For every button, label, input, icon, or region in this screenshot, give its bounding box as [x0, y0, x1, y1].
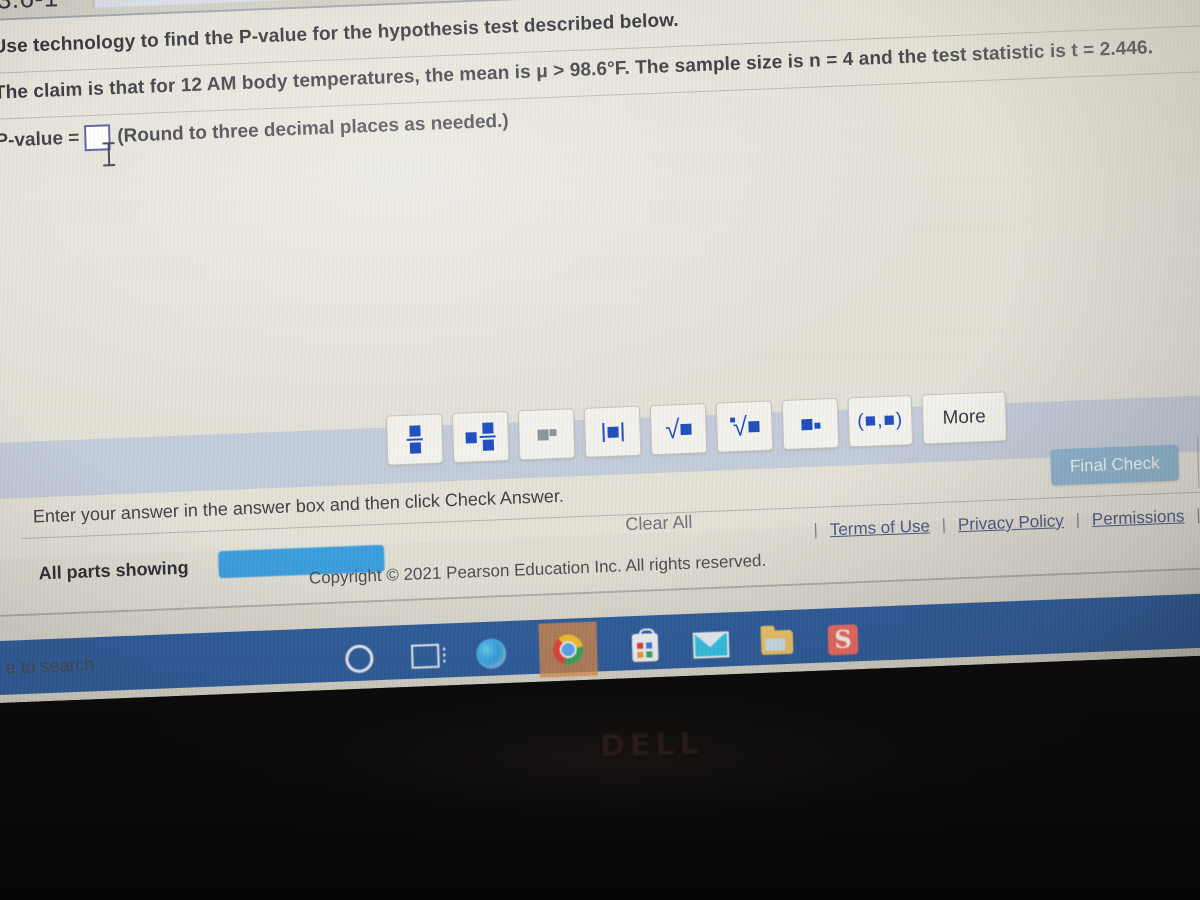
cortana-icon: [344, 644, 374, 674]
fraction-button[interactable]: [385, 413, 444, 466]
subscript-button[interactable]: [781, 397, 840, 451]
task-view-icon: [410, 643, 440, 669]
microsoft-edge-button[interactable]: [473, 635, 510, 672]
question-panel: Use technology to find the P-value for t…: [0, 0, 1200, 452]
assigned-media-tab-label: Assigned Media: [107, 0, 250, 1]
microsoft-store-icon: [631, 633, 659, 663]
file-explorer-button[interactable]: [759, 624, 796, 661]
fraction-icon: [406, 425, 423, 454]
task-view-button[interactable]: [407, 638, 444, 675]
exponent-icon: [536, 428, 557, 441]
absolute-value-button[interactable]: [583, 405, 642, 458]
s-app-icon: S: [827, 624, 859, 656]
mixed-number-icon: [465, 422, 496, 451]
final-check-button[interactable]: Final Check: [1050, 444, 1180, 486]
mixed-number-button[interactable]: [451, 410, 510, 464]
taskbar-search-input[interactable]: e to search: [5, 654, 95, 678]
microsoft-edge-icon: [475, 638, 507, 670]
nth-root-button[interactable]: ■ √: [715, 400, 774, 453]
ordered-pair-icon: (■,■): [857, 409, 904, 433]
square-root-icon: √: [665, 414, 692, 445]
question-line-1: Use technology to find the P-value for t…: [0, 9, 680, 58]
screen-area: .3.6-1 Assigned Media Use technology to …: [0, 0, 1200, 704]
ordered-pair-button[interactable]: (■,■): [847, 394, 913, 448]
rounding-hint: (Round to three decimal places as needed…: [116, 110, 510, 147]
square-root-button[interactable]: √: [649, 403, 708, 456]
cortana-button[interactable]: [341, 640, 378, 677]
subscript-icon: [800, 418, 821, 430]
file-explorer-icon: [760, 629, 794, 656]
s-app-button[interactable]: S: [824, 621, 861, 658]
p-value-label: P-value =: [0, 127, 80, 152]
screen-photo: DELL .3.6-1 Assigned Media Use technolog…: [0, 0, 1200, 900]
nth-root-icon: ■ √: [729, 411, 760, 442]
mail-icon: [692, 631, 730, 659]
more-button[interactable]: More: [921, 391, 1007, 445]
section-number: .3.6-1: [0, 0, 59, 16]
exponent-button[interactable]: [517, 408, 576, 461]
microsoft-store-button[interactable]: [627, 629, 664, 666]
absolute-value-icon: [601, 421, 624, 442]
dell-logo: DELL: [599, 726, 705, 765]
google-chrome-icon: [552, 634, 584, 666]
google-chrome-button[interactable]: [538, 621, 599, 678]
mail-button[interactable]: [692, 626, 730, 663]
p-value-answer-box[interactable]: [83, 124, 111, 152]
